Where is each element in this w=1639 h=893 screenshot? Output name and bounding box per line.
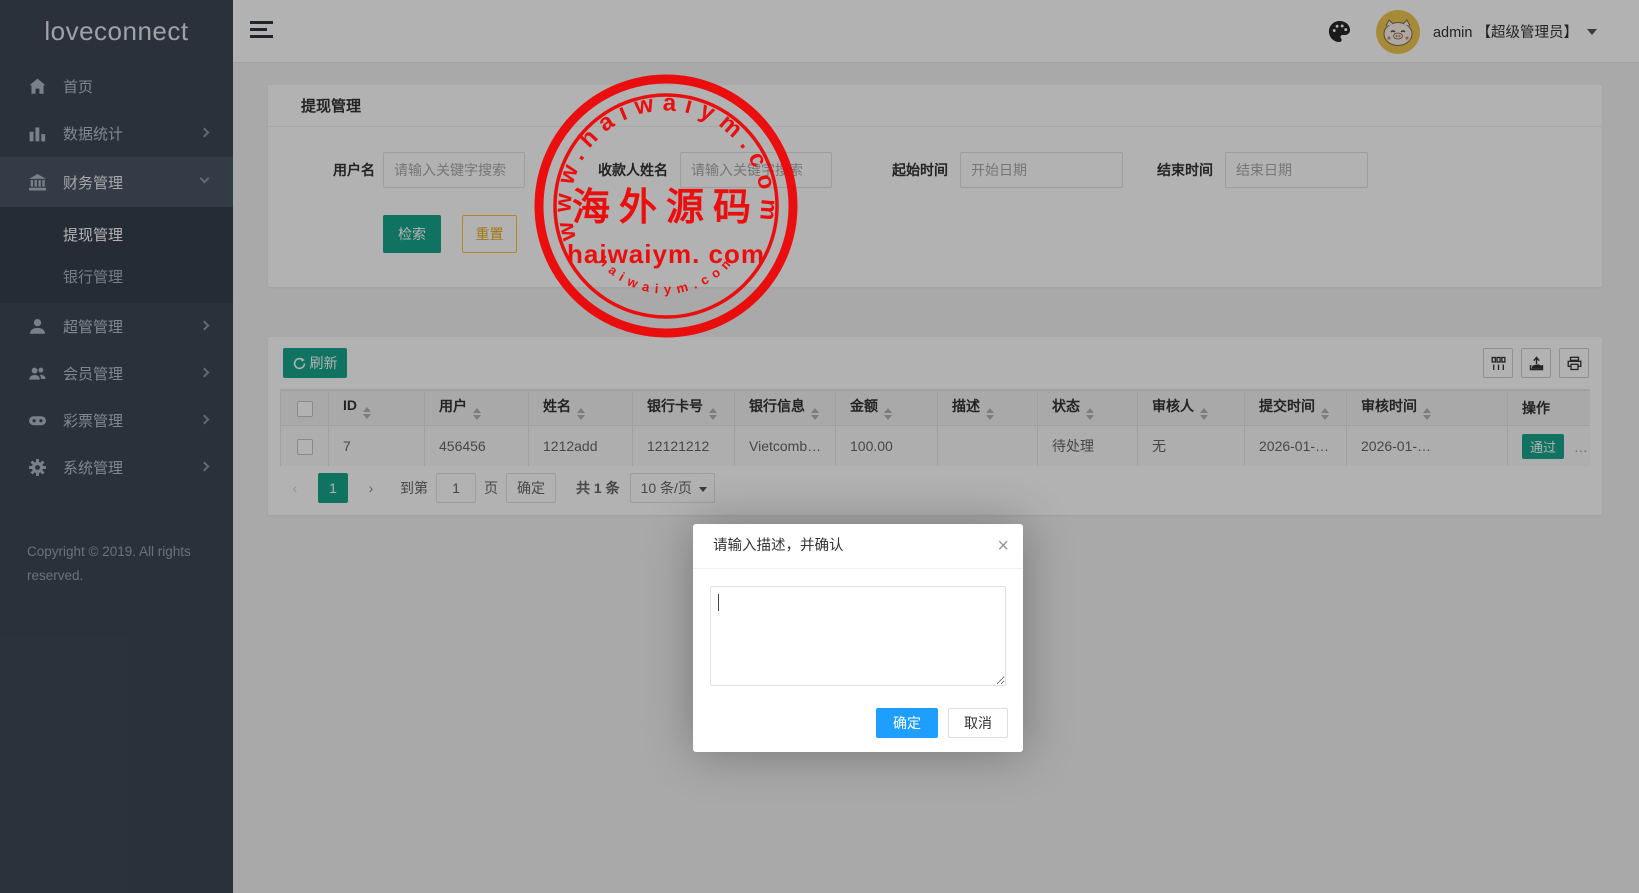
- confirm-description-dialog: 请输入描述，并确认 × 确定 取消: [693, 524, 1023, 752]
- modal-shade-overlay: [0, 0, 1639, 893]
- dialog-footer: 确定 取消: [876, 708, 1008, 738]
- close-icon[interactable]: ×: [997, 534, 1009, 558]
- app-window: loveconnect 首页 数据统计 财务管理 提现管理 银行管理 超管管理: [0, 0, 1639, 893]
- dialog-title: 请输入描述，并确认: [693, 524, 1023, 569]
- text-cursor: [718, 594, 719, 611]
- confirm-button[interactable]: 确定: [876, 708, 938, 738]
- description-textarea[interactable]: [710, 586, 1006, 686]
- cancel-button[interactable]: 取消: [948, 708, 1008, 738]
